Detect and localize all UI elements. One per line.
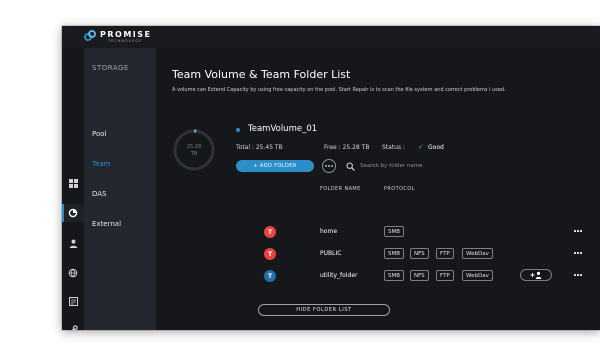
add-user-icon: [530, 271, 542, 279]
user-icon[interactable]: [62, 234, 84, 252]
folder-avatar: T: [264, 270, 276, 282]
search-icon: [346, 162, 355, 171]
status-check-icon: ✓: [418, 143, 424, 151]
subnav-item-das[interactable]: DAS: [92, 190, 107, 198]
wrench-icon[interactable]: [62, 320, 84, 330]
logo-mark-icon: [84, 30, 96, 44]
hide-folder-list-button[interactable]: HIDE FOLDER LIST: [258, 304, 390, 316]
protocol-badge: WebDav: [462, 270, 493, 281]
dashboard-icon[interactable]: [62, 174, 84, 192]
promise-logo: PROMISE TECHNOLOGY: [84, 30, 152, 44]
protocol-badge: WebDav: [462, 248, 493, 259]
more-dots-icon: [325, 165, 333, 167]
more-options-button[interactable]: [322, 159, 336, 173]
storage-icon[interactable]: [62, 204, 84, 222]
volume-total: Total : 25.45 TB: [236, 144, 283, 151]
folder-name: PUBLIC: [320, 250, 342, 257]
protocol-badge: FTP: [436, 248, 454, 259]
table-row[interactable]: T utility_folder SMB NFS FTP WebDav: [256, 268, 600, 286]
row-menu-button[interactable]: [572, 270, 584, 280]
icon-rail: [62, 48, 84, 330]
protocol-badge: NFS: [410, 270, 429, 281]
subnav-section-title: STORAGE: [92, 64, 129, 72]
protocol-badge: FTP: [436, 270, 454, 281]
column-header-folder-name: FOLDER NAME: [320, 186, 361, 192]
page-title: Team Volume & Team Folder List: [172, 68, 351, 81]
column-header-protocol: PROTOCOL: [384, 186, 415, 192]
subnav-item-team[interactable]: Team: [92, 160, 111, 168]
app-header: PROMISE TECHNOLOGY: [62, 26, 600, 48]
folder-avatar: T: [264, 226, 276, 238]
volume-status-dot: [236, 128, 240, 132]
table-row[interactable]: T home SMB: [256, 224, 600, 242]
storage-subnav: STORAGE Pool Team DAS External: [84, 48, 156, 330]
protocol-badge: SMB: [384, 226, 405, 237]
free-capacity-unit: TB: [190, 151, 198, 157]
table-row[interactable]: T PUBLIC SMB NFS FTP WebDav: [256, 246, 600, 264]
subnav-item-external[interactable]: External: [92, 220, 121, 228]
free-capacity-value: 25.28: [186, 144, 202, 150]
brand-tagline: TECHNOLOGY: [108, 38, 143, 43]
row-menu-button[interactable]: [572, 226, 584, 236]
search-input[interactable]: [360, 160, 480, 172]
brand-name: PROMISE: [100, 29, 152, 39]
volume-status-value: Good: [428, 144, 444, 151]
volume-status-label: Status :: [382, 144, 406, 151]
folder-name: utility_folder: [320, 272, 358, 279]
folder-avatar: T: [264, 248, 276, 260]
main-content: Team Volume & Team Folder List A volume …: [156, 48, 600, 330]
page-description: A volume can Extend Capacity by using fr…: [172, 87, 506, 93]
protocol-badge: SMB: [384, 270, 405, 281]
add-folder-button[interactable]: + ADD FOLDER: [236, 160, 314, 172]
network-globe-icon[interactable]: [62, 264, 84, 282]
protocol-badge: SMB: [384, 248, 405, 259]
volume-name: TeamVolume_01: [248, 124, 318, 134]
add-user-button[interactable]: [520, 269, 552, 281]
folder-name: home: [320, 228, 338, 235]
app-window: PROMISE TECHNOLOGY STORAGE Pool Team DAS…: [62, 26, 600, 330]
capacity-ring-label: 25.28 TB: [172, 144, 216, 158]
subnav-item-pool[interactable]: Pool: [92, 130, 106, 138]
volume-free: Free : 25.28 TB: [324, 144, 370, 151]
protocol-badge: NFS: [410, 248, 429, 259]
logs-icon[interactable]: [62, 292, 84, 310]
row-menu-button[interactable]: [572, 248, 584, 258]
